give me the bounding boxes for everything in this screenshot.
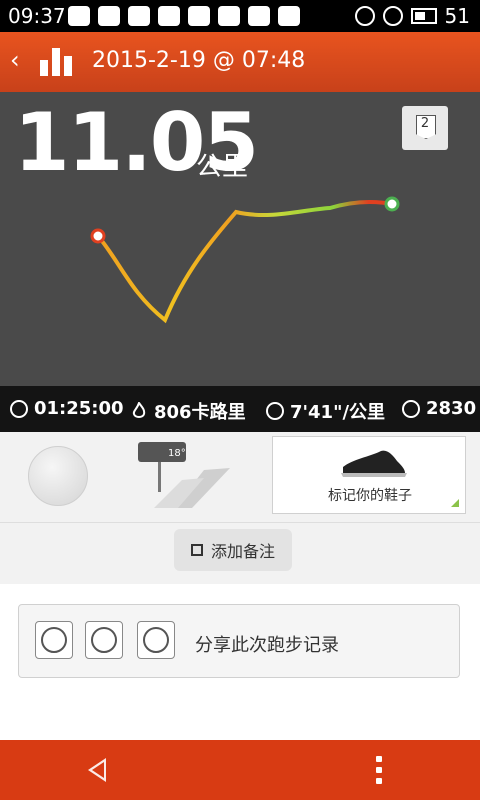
signal-value: 51 [444, 4, 470, 28]
share-qq-button[interactable] [35, 621, 73, 659]
pace-value: 7'41"/公里 [290, 402, 386, 423]
share-box[interactable]: 分享此次跑步记录 [18, 604, 460, 678]
stat-duration: 01:25:00 [10, 398, 124, 419]
bottom-nav-bar [0, 740, 480, 800]
calories-value: 806卡路里 [154, 402, 246, 423]
fuel-value: 2830 [426, 398, 477, 419]
route-start-marker [90, 228, 106, 244]
distance-unit: 公里 [196, 152, 249, 182]
mood-smiley-icon[interactable] [28, 446, 88, 506]
flame-icon [132, 402, 146, 418]
edit-icon [190, 544, 203, 556]
clock-icon [266, 402, 284, 420]
weather-temp: 18° [168, 448, 186, 459]
page-title: 2015-2-19 @ 07:48 [92, 48, 306, 73]
sms-icon [278, 6, 300, 26]
stat-pace: 7'41"/公里 [266, 398, 385, 424]
route-end-marker [384, 196, 400, 212]
overflow-menu-icon[interactable] [376, 756, 382, 784]
qq-icon [41, 627, 67, 653]
share-label: 分享此次跑步记录 [195, 635, 339, 656]
tag-shoes-label: 标记你的鞋子 [328, 488, 412, 504]
corner-triangle-icon [451, 499, 459, 507]
status-right: 51 [354, 4, 470, 28]
stat-calories: 806卡路里 [130, 398, 246, 424]
note-row: 添加备注 [0, 522, 480, 585]
app-bar: ‹ 2015-2-19 @ 07:48 [0, 32, 480, 92]
document-icon [98, 6, 120, 26]
battery-icon [410, 8, 437, 24]
share-weibo-button[interactable] [85, 621, 123, 659]
duration-value: 01:25:00 [34, 398, 124, 419]
run-count-badge[interactable]: 2 [402, 106, 448, 150]
message-icon [188, 6, 210, 26]
alarm-icon [354, 6, 375, 26]
wifi-icon [382, 6, 403, 26]
share-wechat-button[interactable] [137, 621, 175, 659]
image-icon [248, 6, 270, 26]
tag-shoes-card[interactable]: 标记你的鞋子 [272, 436, 466, 514]
bars-chart-icon[interactable] [40, 48, 72, 76]
badge-number: 2 [420, 116, 430, 131]
add-note-button[interactable]: 添加备注 [174, 529, 292, 571]
road-weather-icon[interactable]: 18° [134, 440, 234, 510]
status-time: 09:37 [8, 4, 66, 28]
wechat-icon [143, 627, 169, 653]
run-map-card: 11.05 公里 2 [0, 92, 480, 386]
stats-bar: 01:25:00 806卡路里 7'41"/公里 2830 [0, 386, 480, 432]
share-section: 分享此次跑步记录 [0, 584, 480, 740]
nav-back-icon[interactable] [88, 758, 106, 782]
chat-icon [68, 6, 90, 26]
sync-icon [128, 6, 150, 26]
add-note-label: 添加备注 [210, 542, 275, 561]
weibo-icon [91, 627, 117, 653]
back-chevron-icon[interactable]: ‹ [10, 46, 20, 74]
status-bar: 09:37 51 [0, 0, 480, 32]
fuel-icon [402, 399, 420, 418]
route-path [96, 199, 394, 324]
shoe-icon [341, 450, 407, 477]
notification-icons [68, 6, 300, 26]
stat-fuel: 2830 [402, 398, 476, 419]
sync-icon [218, 6, 240, 26]
stopwatch-icon [10, 399, 28, 418]
home-icon [158, 6, 180, 26]
run-tags-row: 18° 标记你的鞋子 [0, 432, 480, 522]
